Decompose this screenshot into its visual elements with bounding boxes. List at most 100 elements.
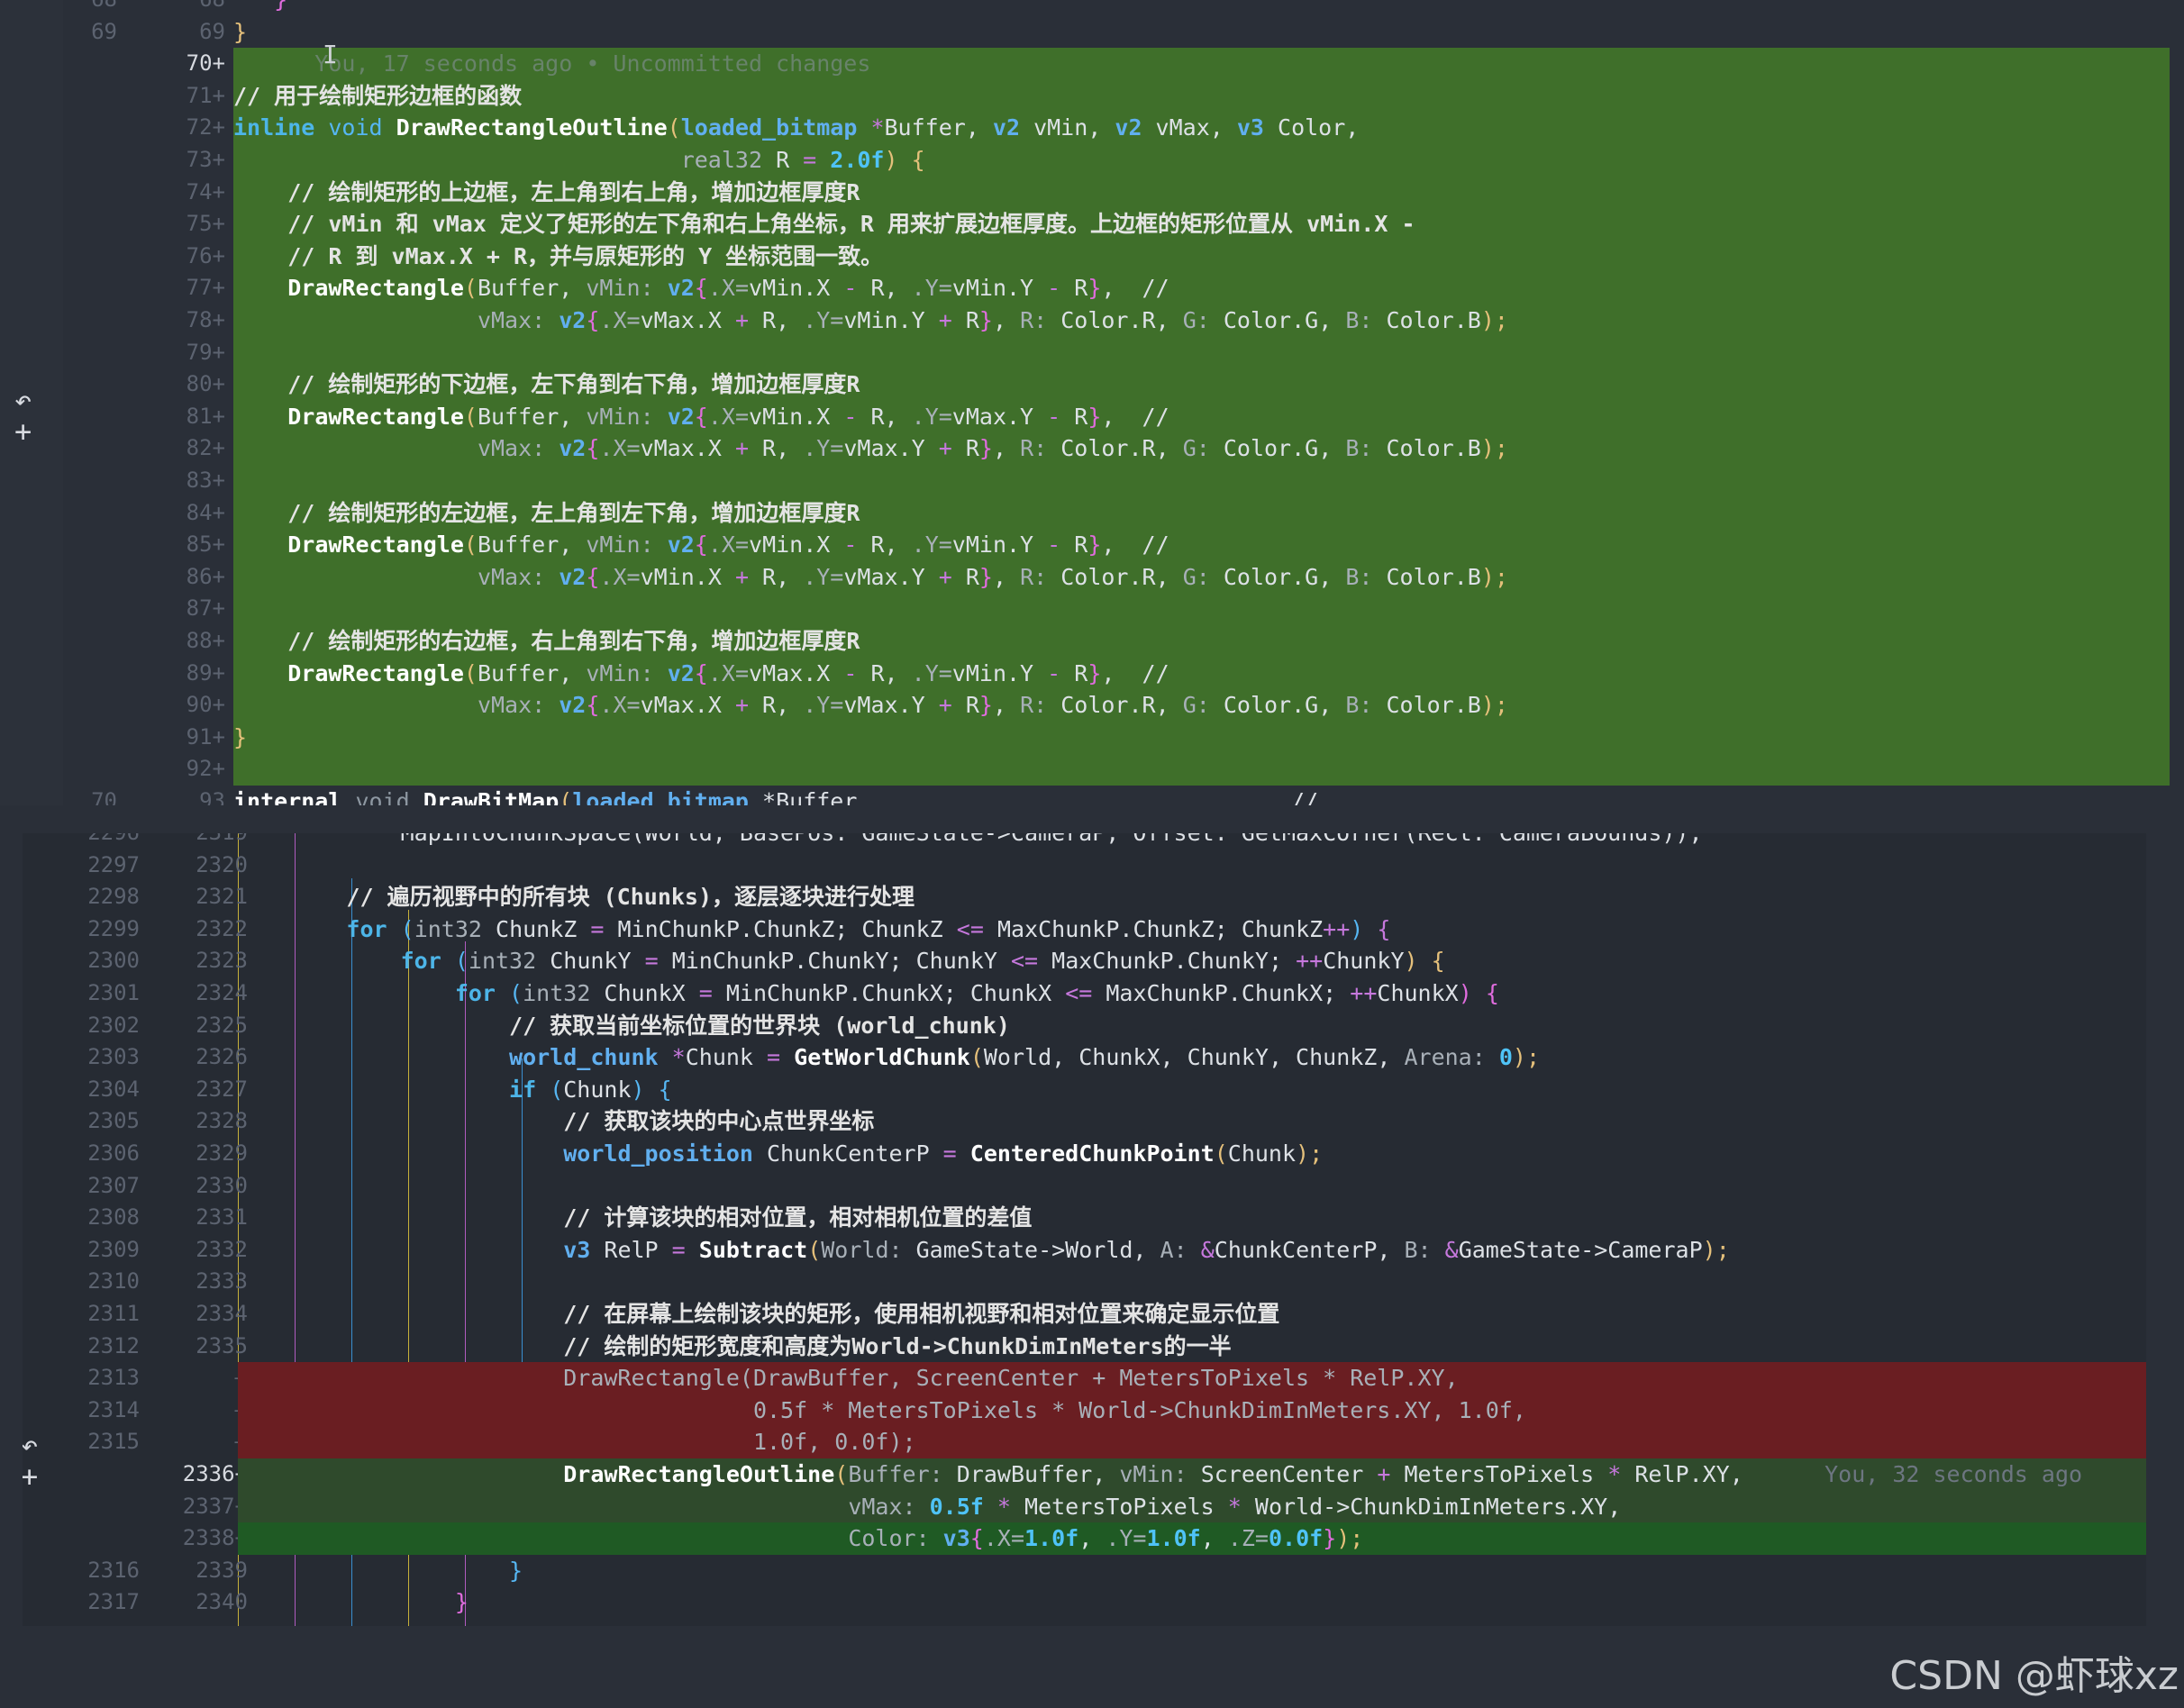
code-line[interactable]: 2304 2327 if (Chunk) {	[23, 1074, 2146, 1106]
code-line[interactable]: 2310 2333	[23, 1266, 2146, 1298]
code-text[interactable]: vMax: 0.5f * MetersToPixels * World->Chu…	[238, 1490, 2146, 1523]
code-line[interactable]: 2301 2324 for (int32 ChunkX = MinChunkP.C…	[23, 977, 2146, 1010]
code-text[interactable]: DrawRectangle(Buffer, vMin: v2{.X=vMin.X…	[233, 529, 2170, 561]
code-text[interactable]: Color: v3{.X=1.0f, .Y=1.0f, .Z=0.0f});	[238, 1522, 2146, 1555]
code-text[interactable]: MapIntoChunkSpace(World, BasePos: GameSt…	[238, 833, 2146, 849]
code-text[interactable]: }	[233, 721, 2170, 754]
code-text[interactable]: for (int32 ChunkZ = MinChunkP.ChunkZ; Ch…	[238, 913, 2146, 946]
code-text[interactable]: }	[238, 1555, 2146, 1587]
code-text[interactable]	[233, 465, 2170, 497]
code-line[interactable]: 2315— 1.0f, 0.0f);	[23, 1426, 2146, 1458]
code-line[interactable]: 72+ inline void DrawRectangleOutline(load…	[0, 112, 2170, 144]
code-text[interactable]	[233, 753, 2170, 786]
code-line[interactable]: 74+ // 绘制矩形的上边框，左上角到右上角，增加边框厚度R	[0, 176, 2170, 209]
code-text[interactable]: world_position ChunkCenterP = CenteredCh…	[238, 1138, 2146, 1170]
code-text[interactable]	[233, 336, 2170, 369]
code-line[interactable]: 2337+ vMax: 0.5f * MetersToPixels * Worl…	[23, 1490, 2146, 1523]
code-text[interactable]: // 绘制的矩形宽度和高度为World->ChunkDimInMeters的一半	[238, 1331, 2146, 1363]
code-text[interactable]	[238, 1170, 2146, 1203]
code-line[interactable]: 89+ DrawRectangle(Buffer, vMin: v2{.X=vM…	[0, 657, 2170, 690]
code-line[interactable]: 90+ vMax: v2{.X=vMax.X + R, .Y=vMax.Y + …	[0, 689, 2170, 722]
code-line[interactable]: 2308 2331 // 计算该块的相对位置，相对相机位置的差值	[23, 1202, 2146, 1234]
code-text[interactable]: }	[233, 0, 2170, 16]
code-text[interactable]: v3 RelP = Subtract(World: GameState->Wor…	[238, 1234, 2146, 1267]
code-line[interactable]: 2314— 0.5f * MetersToPixels * World->Chu…	[23, 1394, 2146, 1427]
code-line[interactable]: 73+ real32 R = 2.0f) {	[0, 144, 2170, 177]
code-text[interactable]: // 在屏幕上绘制该块的矩形，使用相机视野和相对位置来确定显示位置	[238, 1298, 2146, 1331]
code-line[interactable]: 2306 2329 world_position ChunkCenterP = C…	[23, 1138, 2146, 1170]
code-line[interactable]: 2309 2332 v3 RelP = Subtract(World: GameS…	[23, 1234, 2146, 1267]
code-line[interactable]: 2302 2325 // 获取当前坐标位置的世界块 (world_chunk)	[23, 1010, 2146, 1042]
code-line[interactable]: 2305 2328 // 获取该块的中心点世界坐标	[23, 1105, 2146, 1138]
code-line[interactable]: 75+ // vMin 和 vMax 定义了矩形的左下角和右上角坐标，R 用来扩…	[0, 208, 2170, 241]
add-icon[interactable]: +	[23, 1459, 38, 1494]
code-text[interactable]: }	[233, 16, 2170, 49]
code-text[interactable]	[238, 849, 2146, 882]
code-text[interactable]: // 遍历视野中的所有块 (Chunks)，逐层逐块进行处理	[238, 881, 2146, 913]
code-text[interactable]: inline void DrawRectangleOutline(loaded_…	[233, 112, 2170, 144]
code-line[interactable]: 83+	[0, 465, 2170, 497]
code-line[interactable]: 71+ // 用于绘制矩形边框的函数	[0, 79, 2170, 113]
code-line[interactable]: 76+ // R 到 vMax.X + R，并与原矩形的 Y 坐标范围一致。	[0, 240, 2170, 273]
code-text[interactable]	[238, 1266, 2146, 1298]
code-line[interactable]: 70 93 internal void DrawBitMap(loaded_bitm…	[0, 786, 2170, 805]
code-text[interactable]: vMax: v2{.X=vMax.X + R, .Y=vMax.Y + R}, …	[233, 689, 2170, 722]
code-line[interactable]: 88+ // 绘制矩形的右边框，右上角到右下角，增加边框厚度R	[0, 625, 2170, 658]
code-text[interactable]: 1.0f, 0.0f);	[238, 1426, 2146, 1458]
code-line[interactable]: 2317 2340 }	[23, 1586, 2146, 1619]
add-icon[interactable]: +	[14, 414, 32, 449]
code-text[interactable]: DrawRectangle(Buffer, vMin: v2{.X=vMax.X…	[233, 657, 2170, 690]
code-text[interactable]: // vMin 和 vMax 定义了矩形的左下角和右上角坐标，R 用来扩展边框厚…	[233, 208, 2170, 241]
code-text[interactable]	[233, 593, 2170, 625]
code-line[interactable]: 2313— DrawRectangle(DrawBuffer, ScreenCe…	[23, 1362, 2146, 1395]
code-text[interactable]: You, 17 seconds ago • Uncommitted change…	[233, 48, 2170, 80]
code-line[interactable]: 78+ vMax: v2{.X=vMax.X + R, .Y=vMin.Y + …	[0, 304, 2170, 337]
code-line[interactable]: 82+ vMax: v2{.X=vMax.X + R, .Y=vMax.Y + …	[0, 432, 2170, 465]
code-line[interactable]: 79+	[0, 336, 2170, 369]
code-text[interactable]: for (int32 ChunkY = MinChunkP.ChunkY; Ch…	[238, 945, 2146, 977]
code-line[interactable]: 2300 2323 for (int32 ChunkY = MinChunkP.C…	[23, 945, 2146, 977]
code-text[interactable]: // 获取该块的中心点世界坐标	[238, 1105, 2146, 1138]
code-line[interactable]: 2338+ Color: v3{.X=1.0f, .Y=1.0f, .Z=0.0…	[23, 1522, 2146, 1555]
code-line[interactable]: 81+ DrawRectangle(Buffer, vMin: v2{.X=vM…	[0, 400, 2170, 433]
code-text[interactable]: DrawRectangle(DrawBuffer, ScreenCenter +…	[238, 1362, 2146, 1395]
code-line[interactable]: 22962319 MapIntoChunkSpace(World, BasePo…	[23, 833, 2146, 849]
diff-pane-top[interactable]: 6868 }6969}70+ You, 17 seconds ago • Unc…	[0, 0, 2170, 805]
code-line[interactable]: 77+ DrawRectangle(Buffer, vMin: v2{.X=vM…	[0, 272, 2170, 304]
code-text[interactable]: 0.5f * MetersToPixels * World->ChunkDimI…	[238, 1394, 2146, 1427]
code-line[interactable]: 2336+ DrawRectangleOutline(Buffer: DrawB…	[23, 1458, 2146, 1491]
code-line[interactable]: 91+}	[0, 721, 2170, 754]
code-line[interactable]: 2303 2326 world_chunk *Chunk = GetWorldCh…	[23, 1041, 2146, 1074]
code-text[interactable]: vMax: v2{.X=vMin.X + R, .Y=vMax.Y + R}, …	[233, 560, 2170, 594]
code-line[interactable]: 2316 2339 }	[23, 1555, 2146, 1587]
code-line[interactable]: 84+ // 绘制矩形的左边框，左上角到左下角，增加边框厚度R	[0, 496, 2170, 530]
code-text[interactable]: if (Chunk) {	[238, 1074, 2146, 1106]
code-text[interactable]: // 绘制矩形的上边框，左上角到右上角，增加边框厚度R	[233, 176, 2170, 209]
code-text[interactable]: // R 到 vMax.X + R，并与原矩形的 Y 坐标范围一致。	[233, 240, 2170, 273]
code-line[interactable]: 85+ DrawRectangle(Buffer, vMin: v2{.X=vM…	[0, 529, 2170, 561]
code-line[interactable]: 68 68 }	[0, 0, 2170, 16]
code-line[interactable]: 2297 2320	[23, 849, 2146, 882]
code-line[interactable]: 2298 2321 // 遍历视野中的所有块 (Chunks)，逐层逐块进行处理	[23, 881, 2146, 913]
revert-icon[interactable]: ↶	[23, 1428, 38, 1462]
code-line[interactable]: 87+	[0, 593, 2170, 625]
code-text[interactable]: vMax: v2{.X=vMax.X + R, .Y=vMax.Y + R}, …	[233, 432, 2170, 465]
code-line[interactable]: 2311 2334 // 在屏幕上绘制该块的矩形，使用相机视野和相对位置来确定显示…	[23, 1298, 2146, 1331]
code-text[interactable]: // 绘制矩形的下边框，左下角到右下角，增加边框厚度R	[233, 368, 2170, 401]
code-line[interactable]: 80+ // 绘制矩形的下边框，左下角到右下角，增加边框厚度R	[0, 368, 2170, 401]
code-text[interactable]: for (int32 ChunkX = MinChunkP.ChunkX; Ch…	[238, 977, 2146, 1010]
code-text[interactable]: // 绘制矩形的左边框，左上角到左下角，增加边框厚度R	[233, 496, 2170, 530]
diff-pane-bottom[interactable]: 22962319 MapIntoChunkSpace(World, BasePo…	[23, 833, 2146, 1626]
code-text[interactable]: DrawRectangle(Buffer, vMin: v2{.X=vMin.X…	[233, 400, 2170, 433]
code-text[interactable]: vMax: v2{.X=vMax.X + R, .Y=vMin.Y + R}, …	[233, 304, 2170, 337]
code-text[interactable]: // 绘制矩形的右边框，右上角到右下角，增加边框厚度R	[233, 625, 2170, 658]
code-text[interactable]: // 计算该块的相对位置，相对相机位置的差值	[238, 1202, 2146, 1234]
code-text[interactable]: DrawRectangle(Buffer, vMin: v2{.X=vMin.X…	[233, 272, 2170, 304]
code-line[interactable]: 2307 2330	[23, 1170, 2146, 1203]
code-text[interactable]: world_chunk *Chunk = GetWorldChunk(World…	[238, 1041, 2146, 1074]
code-text[interactable]: // 用于绘制矩形边框的函数	[233, 79, 2170, 113]
code-line[interactable]: 86+ vMax: v2{.X=vMin.X + R, .Y=vMax.Y + …	[0, 560, 2170, 594]
code-text[interactable]: internal void DrawBitMap(loaded_bitmap *…	[233, 786, 2170, 805]
code-text[interactable]: DrawRectangleOutline(Buffer: DrawBuffer,…	[238, 1458, 2146, 1491]
revert-icon[interactable]: ↶	[14, 383, 32, 417]
